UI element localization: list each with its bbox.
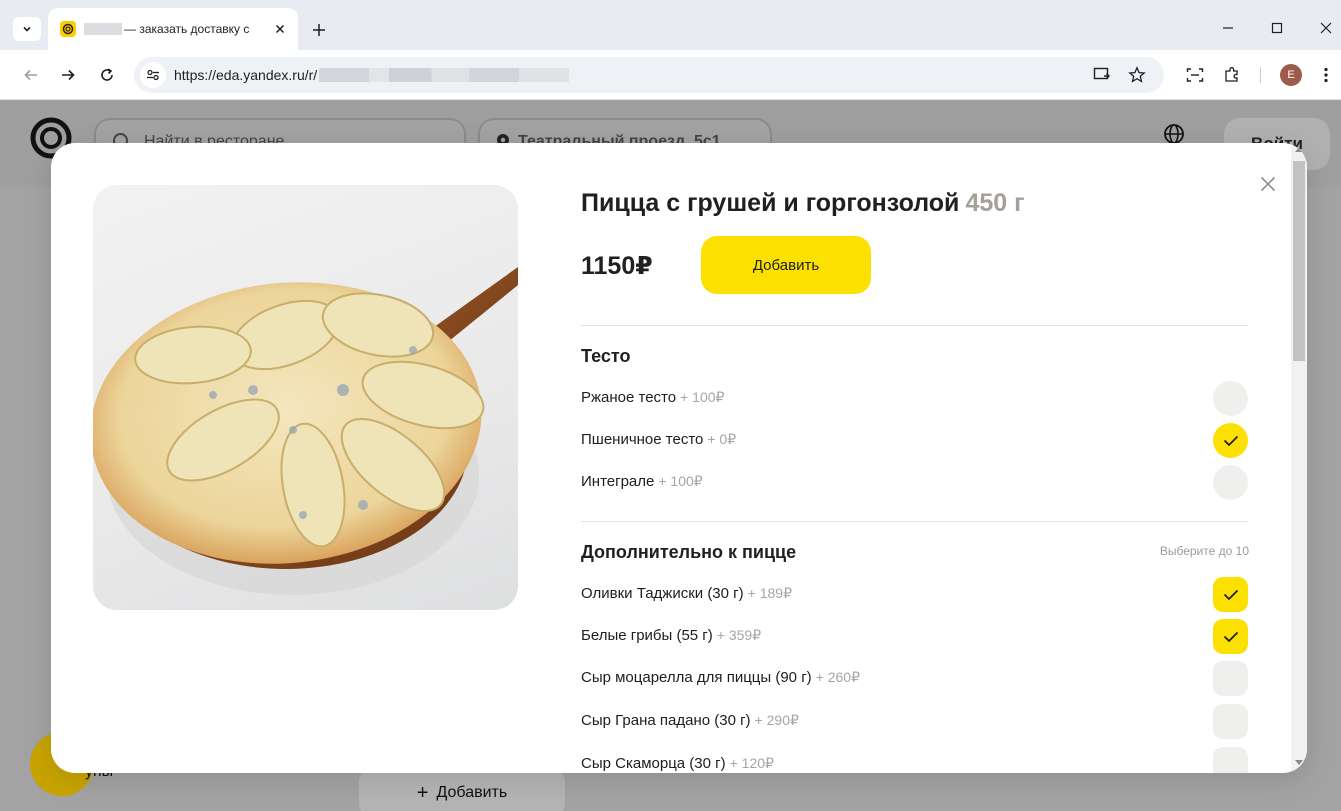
omnibox[interactable]: https://eda.yandex.ru/r/	[134, 57, 1164, 93]
checkbox[interactable]	[1213, 747, 1248, 773]
install-app-icon[interactable]	[1089, 62, 1115, 88]
arrow-left-icon	[24, 69, 37, 81]
modal-close-button[interactable]	[1257, 173, 1279, 195]
forward-button[interactable]	[55, 62, 81, 88]
scroll-up-arrow-icon[interactable]	[1295, 147, 1303, 152]
redacted-tab-text	[84, 23, 122, 35]
close-icon	[1260, 176, 1276, 192]
close-tab-icon[interactable]	[270, 19, 290, 39]
browser-tab-active[interactable]: — заказать доставку с	[48, 8, 298, 50]
option-label: Оливки Таджиски (30 г) + 189₽	[581, 585, 792, 602]
product-price: 1150₽	[581, 252, 653, 280]
product-weight: 450 г	[965, 189, 1025, 217]
option-row[interactable]: Сыр моцарелла для пиццы (90 г) + 260₽	[581, 661, 1248, 697]
option-row[interactable]: Сыр Скаморца (30 г) + 120₽	[581, 747, 1248, 773]
group-hint: Выберите до 10	[1159, 544, 1249, 558]
option-label: Сыр Грана падано (30 г) + 290₽	[581, 712, 799, 729]
option-label: Пшеничное тесто + 0₽	[581, 431, 737, 448]
screenshot-tool-button[interactable]	[1182, 62, 1208, 88]
tab-title: — заказать доставку с	[124, 22, 250, 36]
checkbox[interactable]	[1213, 661, 1248, 696]
arrow-right-icon	[62, 69, 75, 81]
group-title-extras: Дополнительно к пицце	[581, 542, 797, 562]
add-to-cart-button[interactable]: Добавить	[701, 236, 871, 294]
close-window-button[interactable]	[1308, 14, 1341, 42]
tab-search-button[interactable]	[13, 17, 41, 41]
pizza-image	[93, 267, 518, 595]
radio-button-selected[interactable]	[1213, 423, 1248, 458]
radio-button[interactable]	[1213, 381, 1248, 416]
page-add-button[interactable]: + Добавить	[359, 768, 565, 811]
checkmark-icon	[1223, 589, 1238, 600]
profile-avatar[interactable]: E	[1280, 64, 1302, 86]
option-row[interactable]: Оливки Таджиски (30 г) + 189₽	[581, 577, 1248, 613]
option-row[interactable]: Интеграле + 100₽	[581, 465, 1248, 501]
yandex-eda-favicon-icon	[60, 21, 76, 37]
tab-strip: — заказать доставку с	[0, 0, 1341, 50]
divider	[581, 521, 1248, 522]
close-icon	[1320, 22, 1332, 34]
product-name: Пицца с грушей и горгонзолой	[581, 189, 960, 217]
minimize-window-button[interactable]	[1210, 14, 1246, 42]
checkbox-checked[interactable]	[1213, 619, 1248, 654]
option-label: Сыр Скаморца (30 г) + 120₽	[581, 755, 774, 772]
toolbar-separator	[1260, 67, 1261, 83]
option-label: Ржаное тесто + 100₽	[581, 389, 725, 406]
plus-icon	[313, 24, 325, 36]
option-row[interactable]: Сыр Грана падано (30 г) + 290₽	[581, 704, 1248, 740]
capture-icon	[1186, 68, 1204, 82]
product-details: Пицца с грушей и горгонзолой 450 г 1150₽ …	[581, 143, 1249, 773]
plus-icon: +	[416, 781, 429, 804]
modal-scrollbar[interactable]	[1291, 143, 1307, 773]
puzzle-icon	[1225, 67, 1238, 82]
option-label: Сыр моцарелла для пиццы (90 г) + 260₽	[581, 669, 860, 686]
minimize-icon	[1223, 27, 1233, 29]
site-settings-icon[interactable]	[140, 62, 166, 88]
reload-button[interactable]	[94, 62, 120, 88]
maximize-window-button[interactable]	[1259, 14, 1295, 42]
option-label: Интеграле + 100₽	[581, 473, 703, 490]
reload-icon	[101, 68, 113, 81]
browser-menu-button[interactable]	[1313, 62, 1339, 88]
option-row[interactable]: Ржаное тесто + 100₽	[581, 381, 1248, 417]
maximize-icon	[1271, 22, 1283, 34]
extensions-button[interactable]	[1219, 62, 1245, 88]
product-photo	[93, 185, 518, 610]
product-modal: Пицца с грушей и горгонзолой 450 г 1150₽ …	[51, 143, 1307, 773]
chevron-down-icon	[23, 26, 31, 32]
bookmark-star-icon[interactable]	[1124, 62, 1150, 88]
checkbox[interactable]	[1213, 704, 1248, 739]
option-label: Белые грибы (55 г) + 359₽	[581, 627, 762, 644]
address-bar-row: https://eda.yandex.ru/r/ E	[0, 50, 1341, 100]
option-row[interactable]: Белые грибы (55 г) + 359₽	[581, 619, 1248, 655]
new-tab-button[interactable]	[306, 17, 332, 43]
redacted-url-path	[319, 68, 570, 82]
globe-icon[interactable]	[1163, 123, 1185, 145]
product-title: Пицца с грушей и горгонзолой 450 г	[581, 189, 1025, 218]
option-row[interactable]: Пшеничное тесто + 0₽	[581, 423, 1248, 459]
back-button[interactable]	[18, 62, 44, 88]
scrollbar-thumb[interactable]	[1293, 161, 1305, 361]
checkmark-icon	[1223, 435, 1238, 446]
kebab-menu-icon	[1324, 67, 1328, 83]
group-title-dough: Тесто	[581, 346, 631, 366]
radio-button[interactable]	[1213, 465, 1248, 500]
divider	[581, 325, 1248, 326]
checkmark-icon	[1223, 631, 1238, 642]
page-add-label: Добавить	[436, 784, 508, 801]
checkbox-checked[interactable]	[1213, 577, 1248, 612]
scroll-down-arrow-icon[interactable]	[1295, 760, 1303, 765]
url-text: https://eda.yandex.ru/r/	[174, 67, 318, 83]
